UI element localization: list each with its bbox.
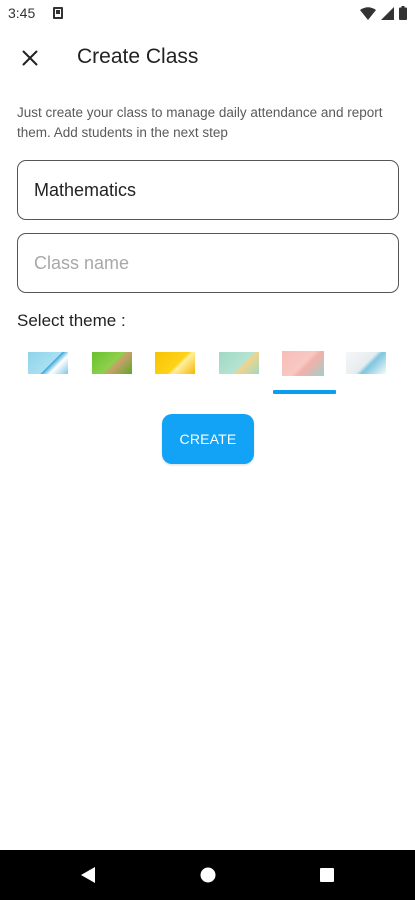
theme-option-3[interactable]: [155, 352, 195, 374]
back-icon: [81, 867, 95, 883]
page-title: Create Class: [77, 45, 199, 68]
subject-input[interactable]: [18, 161, 398, 219]
theme-option-1[interactable]: [28, 352, 68, 374]
theme-option-4[interactable]: [219, 352, 259, 374]
theme-option-6[interactable]: [346, 352, 386, 374]
wifi-icon: [360, 6, 376, 20]
home-icon: [200, 867, 216, 883]
subject-field[interactable]: [17, 160, 399, 220]
signal-icon: [381, 6, 394, 20]
select-theme-label: Select theme :: [17, 311, 126, 330]
navigation-bar: [0, 850, 415, 900]
recents-button[interactable]: [315, 863, 339, 887]
create-button[interactable]: CREATE: [162, 414, 254, 464]
home-button[interactable]: [196, 863, 220, 887]
class-name-input[interactable]: [18, 234, 398, 292]
battery-icon: [399, 6, 407, 20]
back-button[interactable]: [76, 863, 100, 887]
class-name-field[interactable]: [17, 233, 399, 293]
status-icons: [360, 5, 407, 21]
app-bar: Create Class: [0, 30, 415, 86]
status-bar: 3:45: [0, 0, 415, 28]
close-button[interactable]: [14, 42, 46, 74]
notification-icon: [53, 7, 63, 19]
theme-selected-indicator: [273, 390, 336, 394]
theme-option-2[interactable]: [92, 352, 132, 374]
description-text: Just create your class to manage daily a…: [17, 105, 383, 140]
recents-icon: [320, 868, 334, 882]
close-icon: [22, 50, 38, 66]
status-time: 3:45: [8, 5, 36, 21]
theme-selector: [0, 344, 415, 398]
theme-option-5[interactable]: [282, 351, 324, 376]
